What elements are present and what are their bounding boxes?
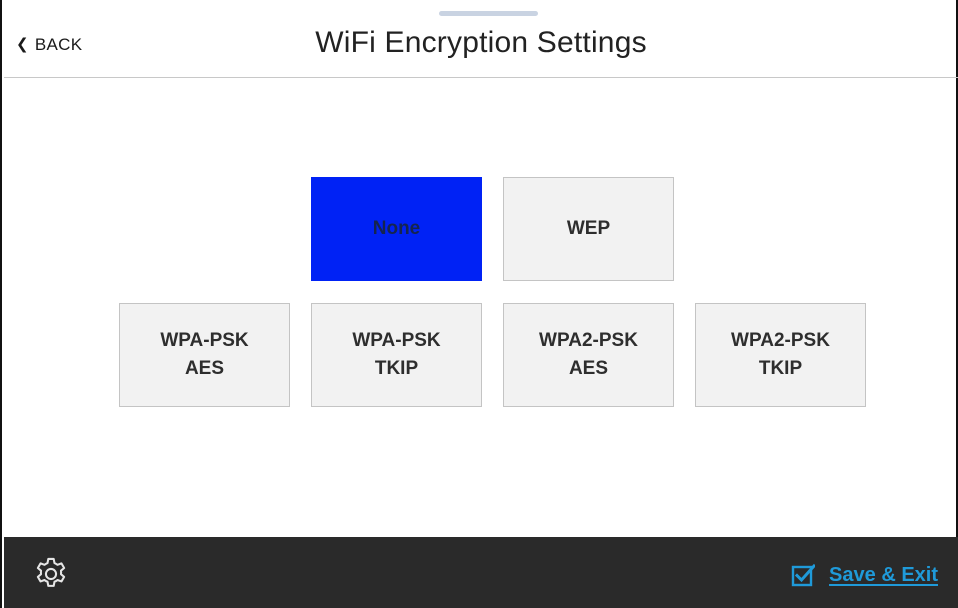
option-label: WPA2-PSK TKIP (731, 330, 830, 379)
option-label: WPA2-PSK AES (539, 330, 638, 379)
screen: ❮ BACK WiFi Encryption Settings None WEP… (0, 0, 958, 608)
option-wpa2-psk-tkip[interactable]: WPA2-PSK TKIP (695, 303, 866, 407)
checkbox-checked-icon (791, 563, 816, 587)
header-bar: ❮ BACK WiFi Encryption Settings (4, 0, 958, 78)
page-title: WiFi Encryption Settings (315, 26, 647, 59)
option-label: None (372, 218, 421, 240)
option-label: WPA-PSK AES (160, 330, 249, 379)
option-label: WPA-PSK TKIP (352, 330, 441, 379)
option-none[interactable]: None (311, 177, 482, 281)
save-exit-button[interactable]: Save & Exit (791, 563, 938, 587)
gear-icon[interactable] (32, 555, 70, 593)
option-wpa-psk-tkip[interactable]: WPA-PSK TKIP (311, 303, 482, 407)
option-label: WEP (566, 218, 611, 240)
save-exit-label: Save & Exit (829, 563, 938, 586)
option-wpa2-psk-aes[interactable]: WPA2-PSK AES (503, 303, 674, 407)
footer-bar: Save & Exit (4, 537, 958, 608)
option-wpa-psk-aes[interactable]: WPA-PSK AES (119, 303, 290, 407)
option-wep[interactable]: WEP (503, 177, 674, 281)
